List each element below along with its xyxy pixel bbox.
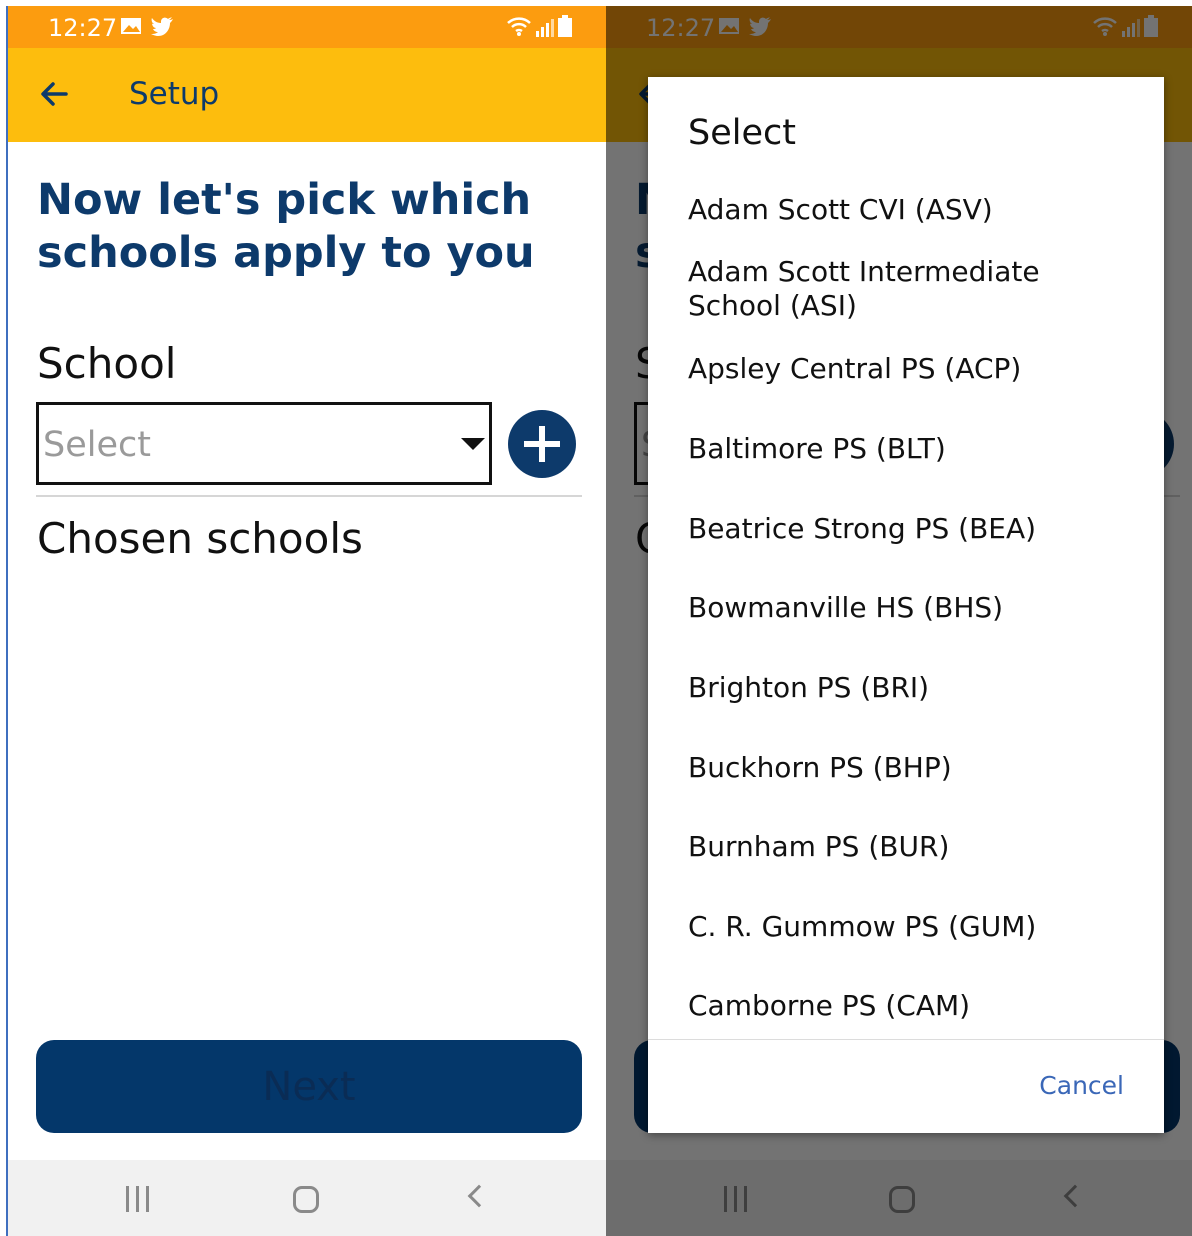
school-select-placeholder: Select <box>43 425 151 465</box>
wifi-icon <box>507 17 531 36</box>
school-option[interactable]: Camborne PS (CAM) <box>688 989 1128 1023</box>
dropdown-caret-icon <box>461 438 485 450</box>
school-option[interactable]: Adam Scott Intermediate School (ASI) <box>688 255 1128 323</box>
divider <box>36 495 582 497</box>
back-icon[interactable] <box>467 1184 491 1208</box>
system-nav-bar <box>8 1160 606 1236</box>
status-indicators <box>506 15 572 37</box>
home-icon[interactable] <box>293 1186 319 1213</box>
status-bar: 12:27 <box>8 6 606 48</box>
signal-icon <box>536 19 554 37</box>
school-option[interactable]: Apsley Central PS (ACP) <box>688 352 1128 386</box>
app-title: Setup <box>129 76 220 112</box>
gallery-icon <box>121 18 141 34</box>
school-option[interactable]: Adam Scott CVI (ASV) <box>688 193 1128 227</box>
app-bar: Setup <box>8 48 606 142</box>
dialog-title: Select <box>688 113 796 153</box>
school-option[interactable]: Burnham PS (BUR) <box>688 830 1128 864</box>
recent-apps-icon[interactable] <box>125 1186 151 1212</box>
chosen-schools-label: Chosen schools <box>37 514 363 563</box>
status-time: 12:27 <box>48 14 118 42</box>
select-dialog-screen: 12:27 Now let's pick which schools apply… <box>606 6 1192 1236</box>
school-option[interactable]: Brighton PS (BRI) <box>688 671 1128 705</box>
cancel-button[interactable]: Cancel <box>1039 1071 1124 1100</box>
school-select[interactable]: Select <box>36 402 492 485</box>
school-option[interactable]: Baltimore PS (BLT) <box>688 432 1128 466</box>
add-school-button[interactable] <box>508 410 576 478</box>
battery-icon <box>558 15 572 37</box>
back-arrow-icon[interactable] <box>36 76 72 112</box>
school-option[interactable]: Bowmanville HS (BHS) <box>688 591 1128 625</box>
dialog-divider <box>648 1039 1164 1040</box>
next-button[interactable]: Next <box>36 1040 582 1133</box>
twitter-icon <box>151 17 173 36</box>
select-dialog: Select Adam Scott CVI (ASV) Adam Scott I… <box>648 77 1164 1133</box>
next-button-label: Next <box>262 1064 356 1110</box>
school-label: School <box>37 339 177 388</box>
setup-screen: 12:27 Setup Now let's pick which schools… <box>8 6 606 1236</box>
school-option[interactable]: Beatrice Strong PS (BEA) <box>688 512 1128 546</box>
school-option[interactable]: Buckhorn PS (BHP) <box>688 751 1128 785</box>
page-heading: Now let's pick which schools apply to yo… <box>37 175 535 278</box>
school-option[interactable]: C. R. Gummow PS (GUM) <box>688 910 1128 944</box>
